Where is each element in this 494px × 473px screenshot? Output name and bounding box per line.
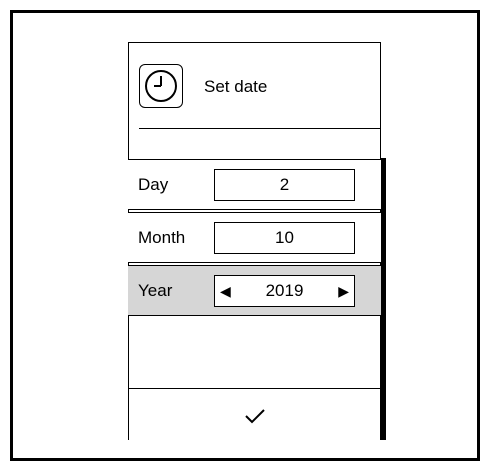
- scrollbar[interactable]: [381, 158, 386, 440]
- day-field[interactable]: 2: [214, 169, 355, 201]
- day-label: Day: [138, 175, 169, 194]
- year-value: 2019: [265, 281, 304, 300]
- year-field[interactable]: ◀ 2019 ▶: [214, 275, 355, 307]
- decrement-arrow-icon[interactable]: ◀: [220, 276, 231, 306]
- checkmark-icon: [245, 409, 265, 424]
- day-row[interactable]: Day 2: [128, 159, 381, 210]
- confirm-button[interactable]: [128, 389, 381, 440]
- month-label: Month: [138, 228, 186, 247]
- year-label: Year: [138, 281, 173, 300]
- year-row[interactable]: Year ◀ 2019 ▶: [128, 265, 381, 316]
- header-divider: [139, 128, 380, 129]
- dialog-title: Set date: [204, 77, 268, 96]
- increment-arrow-icon[interactable]: ▶: [338, 276, 349, 306]
- month-row[interactable]: Month 10: [128, 212, 381, 263]
- clock-icon: [139, 64, 183, 108]
- month-field[interactable]: 10: [214, 222, 355, 254]
